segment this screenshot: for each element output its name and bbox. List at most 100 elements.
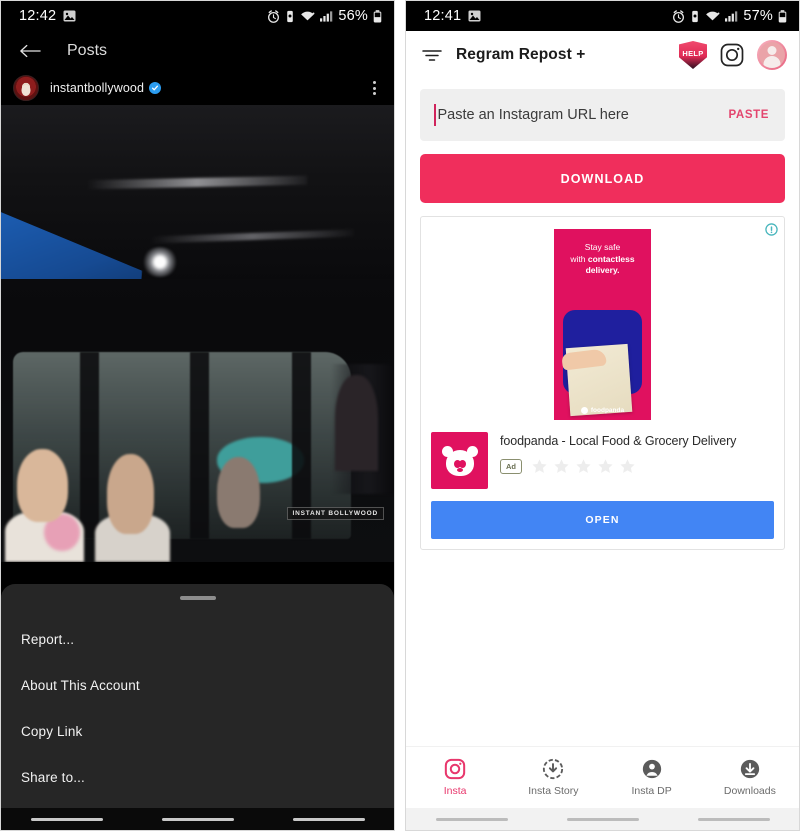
ad-info-row: foodpanda - Local Food & Grocery Deliver… xyxy=(431,432,774,489)
ig-app-bar: Posts xyxy=(1,31,394,71)
ad-subrow: Ad xyxy=(500,458,774,475)
story-download-icon xyxy=(542,758,564,780)
star-icon xyxy=(597,458,614,475)
verified-badge-icon xyxy=(149,82,162,94)
wifi-icon xyxy=(705,10,720,22)
url-input-field[interactable]: Paste an Instagram URL here PASTE xyxy=(420,89,785,141)
nav-pill-back[interactable] xyxy=(30,817,103,821)
sheet-drag-handle[interactable] xyxy=(179,596,216,600)
download-circle-icon xyxy=(739,758,761,780)
app-header: Regram Repost + HELP xyxy=(406,31,799,79)
star-icon xyxy=(531,458,548,475)
car-pillar-1 xyxy=(79,352,100,540)
author-avatar[interactable] xyxy=(13,75,39,101)
status-bar-right: 12:41 57% xyxy=(406,1,799,31)
nav-label-insta-story: Insta Story xyxy=(528,785,579,797)
alarm-icon xyxy=(672,9,685,23)
instagram-icon[interactable] xyxy=(719,42,745,68)
ad-banner-wrap: Stay safe with contactless delivery. foo… xyxy=(431,225,774,420)
sheet-item-about-this-account[interactable]: About This Account xyxy=(1,662,394,708)
nav-label-insta: Insta xyxy=(443,785,467,797)
panel-gap xyxy=(395,0,405,831)
panda-nose xyxy=(456,467,463,472)
android-gesture-nav-left xyxy=(1,808,394,830)
avatar-inner-shape xyxy=(759,42,785,68)
battery-icon xyxy=(373,9,382,23)
passenger-head-3 xyxy=(217,457,261,529)
filter-menu-icon[interactable] xyxy=(422,48,442,63)
url-input-placeholder[interactable]: Paste an Instagram URL here xyxy=(438,107,729,123)
page-title: Posts xyxy=(67,42,108,59)
bottom-navigation: Insta Insta Story Insta DP Downloads xyxy=(406,746,799,808)
ad-banner-brand-label: foodpanda xyxy=(590,407,625,414)
sheet-item-report[interactable]: Report... xyxy=(1,616,394,662)
instagram-icon xyxy=(444,758,466,780)
passenger-head-2 xyxy=(107,454,155,534)
nav-pill-home[interactable] xyxy=(566,817,639,821)
nav-item-insta-dp[interactable]: Insta DP xyxy=(603,758,701,797)
nav-pill-recents[interactable] xyxy=(697,817,770,821)
nav-pill-home[interactable] xyxy=(161,817,234,821)
status-bar-left: 12:42 56% xyxy=(1,1,394,31)
nav-pill-recents[interactable] xyxy=(292,817,365,821)
nav-label-insta-dp: Insta DP xyxy=(631,785,672,797)
back-arrow-icon[interactable] xyxy=(19,43,41,59)
right-phone-screen: 12:41 57% Regram Repost + HELP Paste an … xyxy=(405,0,800,831)
nav-item-downloads[interactable]: Downloads xyxy=(701,758,799,797)
star-icon xyxy=(575,458,592,475)
media-watermark: INSTANT BOLLYWOOD xyxy=(286,507,384,520)
paste-button[interactable]: PASTE xyxy=(729,109,770,121)
status-time: 12:42 xyxy=(19,8,57,24)
ad-banner-line-2-strong: contactless xyxy=(587,253,635,264)
post-options-bottom-sheet: Report... About This Account Copy Link S… xyxy=(1,584,394,808)
ad-open-button[interactable]: OPEN xyxy=(431,501,774,539)
battery-percent: 56% xyxy=(338,8,368,24)
header-actions: HELP xyxy=(679,40,787,70)
ad-card[interactable]: Stay safe with contactless delivery. foo… xyxy=(420,216,785,550)
signal-icon xyxy=(320,10,333,22)
info-icon[interactable] xyxy=(765,223,778,236)
vibrate-icon xyxy=(285,10,295,23)
post-more-options-icon[interactable] xyxy=(369,77,380,99)
ad-badge: Ad xyxy=(500,458,522,475)
help-icon[interactable]: HELP xyxy=(679,41,707,69)
post-author-row[interactable]: instantbollywood xyxy=(1,71,394,105)
star-icon xyxy=(553,458,570,475)
battery-icon xyxy=(778,9,787,23)
foodpanda-logo-icon xyxy=(580,407,588,414)
panda-icon xyxy=(441,445,478,476)
ad-banner-image[interactable]: Stay safe with contactless delivery. foo… xyxy=(554,229,651,420)
profile-avatar[interactable] xyxy=(757,40,787,70)
alarm-icon xyxy=(267,9,280,23)
battery-percent: 57% xyxy=(743,8,773,24)
signal-icon xyxy=(725,10,738,22)
text-caret xyxy=(434,104,436,126)
nav-item-insta[interactable]: Insta xyxy=(406,758,504,797)
passenger-head-1 xyxy=(16,448,68,523)
car-pillar-2 xyxy=(189,352,210,540)
app-icon xyxy=(431,432,488,489)
person-outside xyxy=(335,375,379,472)
screenshot-stage: 12:42 56% Posts instantbollywood INSTANT… xyxy=(0,0,800,831)
sheet-item-share-to[interactable]: Share to... xyxy=(1,754,394,800)
download-button[interactable]: DOWNLOAD xyxy=(420,154,785,203)
wifi-icon xyxy=(300,10,315,22)
left-phone-screen: 12:42 56% Posts instantbollywood INSTANT… xyxy=(0,0,395,831)
android-gesture-nav-right xyxy=(406,808,799,830)
nav-item-insta-story[interactable]: Insta Story xyxy=(504,758,602,797)
star-icon xyxy=(619,458,636,475)
image-icon xyxy=(63,10,76,22)
vibrate-icon xyxy=(690,10,700,23)
post-media[interactable]: INSTANT BOLLYWOOD xyxy=(1,105,394,562)
nav-pill-back[interactable] xyxy=(435,817,508,821)
author-username[interactable]: instantbollywood xyxy=(50,81,144,95)
help-label: HELP xyxy=(682,48,704,58)
image-icon xyxy=(468,10,481,22)
ad-banner-line-2-pre: with xyxy=(570,253,588,264)
profile-download-icon xyxy=(641,758,663,780)
ad-banner-line-2: with contactless xyxy=(570,254,634,266)
sheet-item-copy-link[interactable]: Copy Link xyxy=(1,708,394,754)
panda-face xyxy=(445,449,474,476)
ad-title[interactable]: foodpanda - Local Food & Grocery Deliver… xyxy=(500,434,774,448)
app-title: Regram Repost + xyxy=(456,46,586,63)
